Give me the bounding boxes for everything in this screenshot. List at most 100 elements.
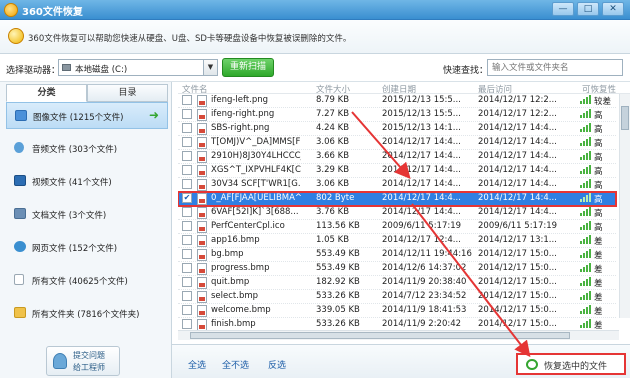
tab-category[interactable]: 分类 — [6, 84, 87, 102]
row-checkbox[interactable] — [182, 151, 192, 161]
accessed-date: 2014/12/17 15:0... — [478, 277, 557, 287]
row-checkbox[interactable] — [182, 137, 192, 147]
table-row[interactable]: 30V34 SCF[T'WR1[G... 3.06 KB 2014/12/17 14… — [178, 178, 616, 192]
signal-bar — [583, 323, 585, 328]
row-checkbox[interactable] — [182, 165, 192, 175]
window-title: 360文件恢复 — [22, 7, 83, 18]
signal-bar — [589, 263, 591, 272]
signal-bars-icon — [580, 277, 592, 286]
table-row[interactable]: 2910H)8J30Y4LHCCC_... 3.66 KB 2014/12/17 1… — [178, 150, 616, 164]
signal-bars-icon — [580, 193, 592, 202]
signal-bar — [586, 125, 588, 132]
file-size: 113.56 KB — [316, 221, 360, 231]
recoverability-label: 高 — [594, 195, 603, 205]
tab-directory[interactable]: 目录 — [87, 84, 168, 102]
table-row[interactable]: app16.bmp 1.05 KB 2014/12/17 12:4... 2014/1… — [178, 234, 616, 248]
maximize-button[interactable]: □ — [577, 2, 599, 16]
file-size: 339.05 KB — [316, 305, 360, 315]
table-row[interactable]: 6VAF[52I]K]`3[688... 3.76 KB 2014/12/17 14… — [178, 206, 616, 220]
row-checkbox[interactable] — [182, 221, 192, 231]
row-checkbox[interactable] — [182, 249, 192, 259]
signal-bars-icon — [580, 95, 592, 104]
recoverability-label: 高 — [594, 167, 603, 177]
sidebar-item-all-folders[interactable]: 所有文件夹 (7816个文件夹) — [6, 300, 168, 327]
signal-bar — [580, 269, 582, 272]
created-date: 2014/12/17 14:4... — [382, 207, 461, 217]
file-size: 8.79 KB — [316, 95, 350, 105]
select-all-link[interactable]: 全选 — [188, 358, 206, 371]
invert-selection-link[interactable]: 反选 — [268, 358, 286, 371]
table-row[interactable]: XGS^T_IXPVHLF4K[CX... 3.29 KB 2014/12/17 1… — [178, 164, 616, 178]
close-button[interactable]: ✕ — [602, 2, 624, 16]
accessed-date: 2014/12/17 14:4... — [478, 179, 557, 189]
accessed-date: 2014/12/17 14:4... — [478, 123, 557, 133]
table-row[interactable]: ifeng-right.png 7.27 KB 2015/12/13 15:5...… — [178, 108, 616, 122]
table-row[interactable]: bg.bmp 553.49 KB 2014/12/11 19:44:16 2014/1… — [178, 248, 616, 262]
toolbar: 选择驱动器： 本地磁盘 (C:) ▼ 重新扫描 快速查找： — [0, 54, 630, 82]
row-checkbox[interactable] — [182, 207, 192, 217]
rescan-button[interactable]: 重新扫描 — [222, 58, 274, 77]
feedback-line2: 给工程师 — [73, 363, 105, 372]
info-bar: 360文件恢复可以帮助您快速从硬盘、U盘、SD卡等硬盘设备中恢复被误删除的文件。 — [0, 20, 630, 54]
minimize-button[interactable]: — — [552, 2, 574, 16]
row-checkbox[interactable] — [182, 291, 192, 301]
horizontal-scroll-thumb[interactable] — [190, 332, 570, 339]
sidebar-item-web[interactable]: 网页文件 (152个文件) — [6, 234, 168, 261]
table-row[interactable]: select.bmp 533.26 KB 2014/7/12 23:34:52 201… — [178, 290, 616, 304]
row-checkbox[interactable] — [182, 319, 192, 329]
vertical-scrollbar[interactable] — [619, 94, 630, 318]
table-row[interactable]: ifeng-left.png 8.79 KB 2015/12/13 15:5... 2… — [178, 94, 616, 108]
created-date: 2014/12/17 14:4... — [382, 179, 461, 189]
vertical-scroll-thumb[interactable] — [621, 106, 629, 130]
signal-bar — [583, 155, 585, 160]
signal-bar — [580, 311, 582, 314]
row-checkbox[interactable] — [182, 235, 192, 245]
created-date: 2014/7/12 23:34:52 — [382, 291, 467, 301]
signal-bar — [583, 295, 585, 300]
row-checkbox[interactable] — [182, 109, 192, 119]
recoverability-label: 高 — [594, 181, 603, 191]
image-file-icon — [197, 249, 207, 261]
sidebar-item-documents[interactable]: 文档文件 (3个文件) — [6, 201, 168, 228]
signal-bars-icon — [580, 291, 592, 300]
image-file-icon — [197, 95, 207, 107]
search-input[interactable] — [487, 59, 623, 76]
row-checkbox[interactable] — [182, 179, 192, 189]
file-size: 553.49 KB — [316, 263, 360, 273]
row-checkbox[interactable] — [182, 305, 192, 315]
image-file-icon — [197, 207, 207, 219]
sidebar-item-all-files[interactable]: 所有文件 (40625个文件) — [6, 267, 168, 294]
sidebar-item-images[interactable]: 图像文件 (1215个文件) ➜ — [6, 102, 168, 129]
horizontal-scrollbar[interactable] — [178, 330, 619, 340]
table-row[interactable]: T[OMJ)V^_DA]MMS[F2... 3.06 KB 2014/12/17 1… — [178, 136, 616, 150]
signal-bar — [589, 305, 591, 314]
row-checkbox[interactable] — [182, 123, 192, 133]
table-row[interactable]: PerfCenterCpl.ico 113.56 KB 2009/6/11 5:17… — [178, 220, 616, 234]
table-row[interactable]: welcome.bmp 339.05 KB 2014/11/9 18:41:53 20… — [178, 304, 616, 318]
row-checkbox[interactable]: ✔ — [182, 193, 192, 203]
signal-bar — [583, 183, 585, 188]
feedback-button[interactable]: 提交问题 给工程师 — [46, 346, 120, 376]
row-checkbox[interactable] — [182, 95, 192, 105]
row-checkbox[interactable] — [182, 277, 192, 287]
accessed-date: 2014/12/17 15:0... — [478, 291, 557, 301]
restore-selected-button[interactable]: 恢复选中的文件 — [516, 353, 626, 375]
row-checkbox[interactable] — [182, 263, 192, 273]
file-name: SBS-right.png — [211, 123, 270, 133]
created-date: 2015/12/13 14:1... — [382, 123, 461, 133]
accessed-date: 2014/12/17 14:4... — [478, 137, 557, 147]
created-date: 2014/11/9 18:41:53 — [382, 305, 467, 315]
select-none-link[interactable]: 全不选 — [222, 358, 249, 371]
signal-bar — [586, 265, 588, 272]
recoverability-label: 差 — [594, 251, 603, 261]
accessed-date: 2014/12/17 12:2... — [478, 109, 557, 119]
table-row[interactable]: quit.bmp 182.92 KB 2014/11/9 20:38:40 2014/… — [178, 276, 616, 290]
table-row[interactable]: ✔ 0_AF[FJAA[UELIBMA^... 802 Byte 2014/12/17… — [178, 191, 617, 207]
table-row[interactable]: progress.bmp 553.49 KB 2014/12/6 14:37:02 2… — [178, 262, 616, 276]
file-name: T[OMJ)V^_DA]MMS[F2... — [211, 137, 301, 147]
sidebar-item-video[interactable]: 视频文件 (41个文件) — [6, 168, 168, 195]
chevron-down-icon[interactable]: ▼ — [203, 60, 217, 75]
table-row[interactable]: SBS-right.png 4.24 KB 2015/12/13 14:1... 20… — [178, 122, 616, 136]
sidebar-item-audio[interactable]: 音频文件 (303个文件) — [6, 135, 168, 162]
drive-select[interactable]: 本地磁盘 (C:) ▼ — [58, 59, 218, 76]
